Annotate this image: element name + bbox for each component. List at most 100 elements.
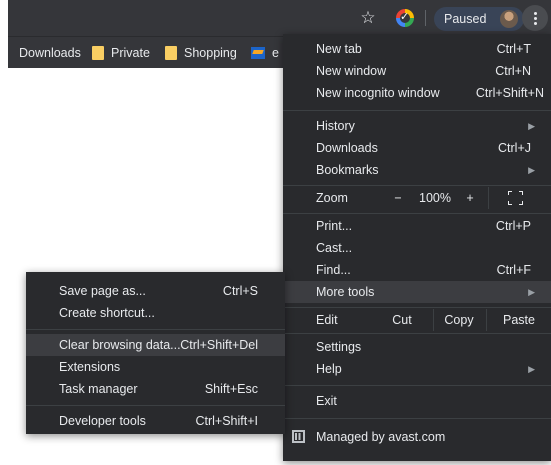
- menu-item-shortcut: Ctrl+Shift+I: [195, 414, 258, 428]
- chevron-right-icon: ▶: [528, 286, 535, 297]
- profile-button[interactable]: Paused: [434, 7, 524, 31]
- profile-status-label: Paused: [444, 12, 487, 26]
- edit-label: Edit: [316, 313, 338, 327]
- more-tools-submenu: Save page as... Ctrl+S Create shortcut..…: [26, 272, 285, 434]
- zoom-out-button[interactable]: −: [387, 187, 409, 209]
- menu-item-label: New tab: [316, 42, 362, 56]
- menu-item-new-incognito[interactable]: New incognito window Ctrl+Shift+N: [283, 82, 551, 104]
- plus-icon: +: [466, 191, 474, 205]
- menu-item-label: Create shortcut...: [59, 306, 155, 320]
- menu-item-shortcut: Ctrl+Shift+Del: [180, 338, 258, 352]
- menu-item-downloads[interactable]: Downloads Ctrl+J: [283, 137, 551, 159]
- kebab-menu-icon[interactable]: [522, 5, 548, 31]
- volksbank-icon: [251, 47, 265, 59]
- zoom-value: 100%: [419, 191, 451, 205]
- bookmark-label: Downloads: [19, 46, 81, 60]
- bookmark-bank[interactable]: e: [251, 45, 279, 61]
- menu-item-label: Clear browsing data...: [59, 338, 181, 352]
- edit-row: Edit Cut Copy Paste: [283, 309, 551, 331]
- menu-separator: [283, 185, 551, 186]
- zoom-level: 100%: [413, 187, 457, 209]
- avast-extension-icon[interactable]: [396, 9, 414, 27]
- bookmark-label: e: [272, 46, 279, 60]
- menu-item-label: Extensions: [59, 360, 121, 374]
- paste-label: Paste: [503, 313, 535, 327]
- zoom-row: Zoom − 100% +: [283, 187, 551, 209]
- menu-separator: [26, 329, 285, 330]
- bookmark-shopping[interactable]: Shopping: [165, 45, 237, 61]
- copy-label: Copy: [444, 313, 474, 327]
- copy-button[interactable]: Copy: [434, 309, 484, 331]
- menu-separator: [26, 405, 285, 406]
- cut-button[interactable]: Cut: [371, 309, 433, 331]
- menu-item-label: Help: [316, 362, 342, 376]
- chrome-main-menu: New tab Ctrl+T New window Ctrl+N New inc…: [283, 34, 551, 461]
- menu-item-shortcut: Ctrl+T: [496, 42, 531, 56]
- menu-item-shortcut: Ctrl+F: [496, 263, 531, 277]
- minus-icon: −: [394, 191, 402, 205]
- menu-item-label: Developer tools: [59, 414, 146, 428]
- bookmark-label: Shopping: [184, 46, 237, 60]
- menu-item-help[interactable]: Help ▶: [283, 358, 551, 380]
- avatar: [500, 10, 518, 28]
- menu-item-bookmarks[interactable]: Bookmarks ▶: [283, 159, 551, 181]
- managed-label: Managed by avast.com: [316, 430, 446, 444]
- menu-item-label: History: [316, 119, 355, 133]
- menu-item-label: Find...: [316, 263, 351, 277]
- menu-item-label: Bookmarks: [316, 163, 379, 177]
- folder-icon: [165, 46, 177, 60]
- menu-item-cast[interactable]: Cast...: [283, 237, 551, 259]
- bookmark-downloads[interactable]: Downloads: [19, 45, 81, 61]
- menu-item-label: Task manager: [59, 382, 138, 396]
- menu-item-label: Exit: [316, 394, 337, 408]
- menu-item-shortcut: Ctrl+J: [498, 141, 531, 155]
- menu-item-shortcut: Ctrl+P: [495, 219, 531, 233]
- chevron-right-icon: ▶: [528, 363, 535, 374]
- submenu-item-save-page[interactable]: Save page as... Ctrl+S: [26, 280, 285, 302]
- submenu-item-extensions[interactable]: Extensions: [26, 356, 285, 378]
- menu-separator: [283, 213, 551, 214]
- managed-by-link[interactable]: Managed by avast.com: [283, 424, 551, 450]
- star-icon[interactable]: ☆: [359, 8, 377, 27]
- submenu-item-developer-tools[interactable]: Developer tools Ctrl+Shift+I: [26, 410, 285, 432]
- menu-item-label: New incognito window: [316, 86, 440, 100]
- menu-item-shortcut: Ctrl+S: [222, 284, 258, 298]
- menu-item-settings[interactable]: Settings: [283, 336, 551, 358]
- menu-item-new-tab[interactable]: New tab Ctrl+T: [283, 38, 551, 60]
- submenu-item-task-manager[interactable]: Task manager Shift+Esc: [26, 378, 285, 400]
- folder-icon: [92, 46, 104, 60]
- menu-item-print[interactable]: Print... Ctrl+P: [283, 215, 551, 237]
- chevron-right-icon: ▶: [528, 120, 535, 131]
- menu-item-shortcut: Ctrl+N: [495, 64, 531, 78]
- menu-item-label: Print...: [316, 219, 353, 233]
- menu-item-label: More tools: [316, 285, 375, 299]
- bookmark-label: Private: [111, 46, 150, 60]
- paste-button[interactable]: Paste: [491, 309, 547, 331]
- menu-separator: [283, 110, 551, 111]
- menu-item-label: Save page as...: [59, 284, 146, 298]
- zoom-in-button[interactable]: +: [459, 187, 481, 209]
- menu-separator: [283, 307, 551, 308]
- toolbar-divider: [425, 10, 426, 26]
- fullscreen-icon[interactable]: [508, 191, 523, 205]
- menu-item-shortcut: Shift+Esc: [204, 382, 258, 396]
- menu-separator: [283, 333, 551, 334]
- browser-toolbar: ☆ Paused: [8, 0, 551, 36]
- building-icon: [292, 430, 305, 443]
- menu-item-label: Settings: [316, 340, 362, 354]
- menu-item-shortcut: Ctrl+Shift+N: [475, 86, 544, 100]
- submenu-item-clear-browsing-data[interactable]: Clear browsing data... Ctrl+Shift+Del: [26, 334, 285, 356]
- menu-item-new-window[interactable]: New window Ctrl+N: [283, 60, 551, 82]
- menu-item-label: Cast...: [316, 241, 353, 255]
- menu-item-label: Downloads: [316, 141, 378, 155]
- menu-separator: [283, 385, 551, 386]
- edit-divider: [486, 309, 487, 331]
- bookmark-private[interactable]: Private: [92, 45, 150, 61]
- menu-item-history[interactable]: History ▶: [283, 115, 551, 137]
- menu-item-more-tools[interactable]: More tools ▶: [283, 281, 551, 303]
- chevron-right-icon: ▶: [528, 164, 535, 175]
- submenu-item-create-shortcut[interactable]: Create shortcut...: [26, 302, 285, 324]
- menu-item-find[interactable]: Find... Ctrl+F: [283, 259, 551, 281]
- menu-item-exit[interactable]: Exit: [283, 390, 551, 412]
- cut-label: Cut: [392, 313, 412, 327]
